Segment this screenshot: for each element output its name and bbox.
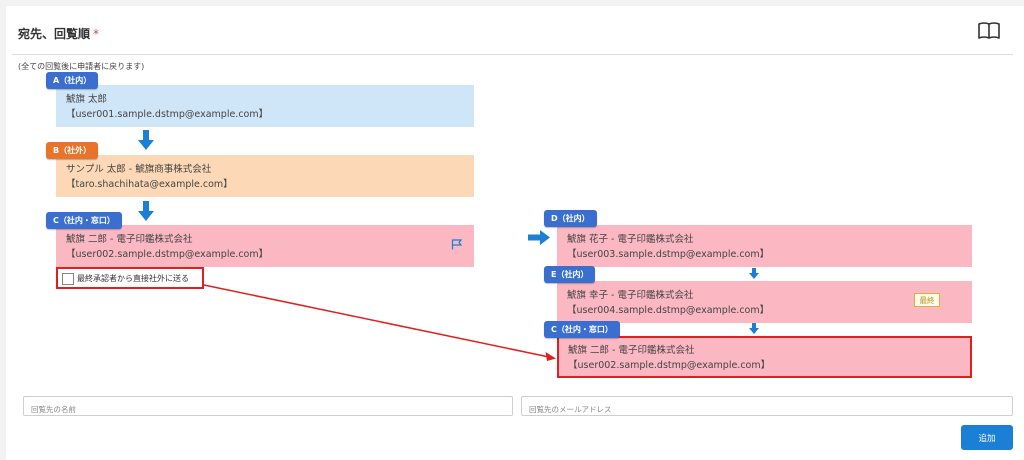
- connector-annotation-line: [203, 284, 556, 361]
- recipient-name-input[interactable]: [24, 400, 512, 419]
- recipient-email-field[interactable]: [521, 396, 1013, 419]
- add-button[interactable]: 追加: [961, 425, 1013, 450]
- recipient-name-field[interactable]: [23, 396, 513, 419]
- recipient-email-input[interactable]: [522, 400, 1012, 419]
